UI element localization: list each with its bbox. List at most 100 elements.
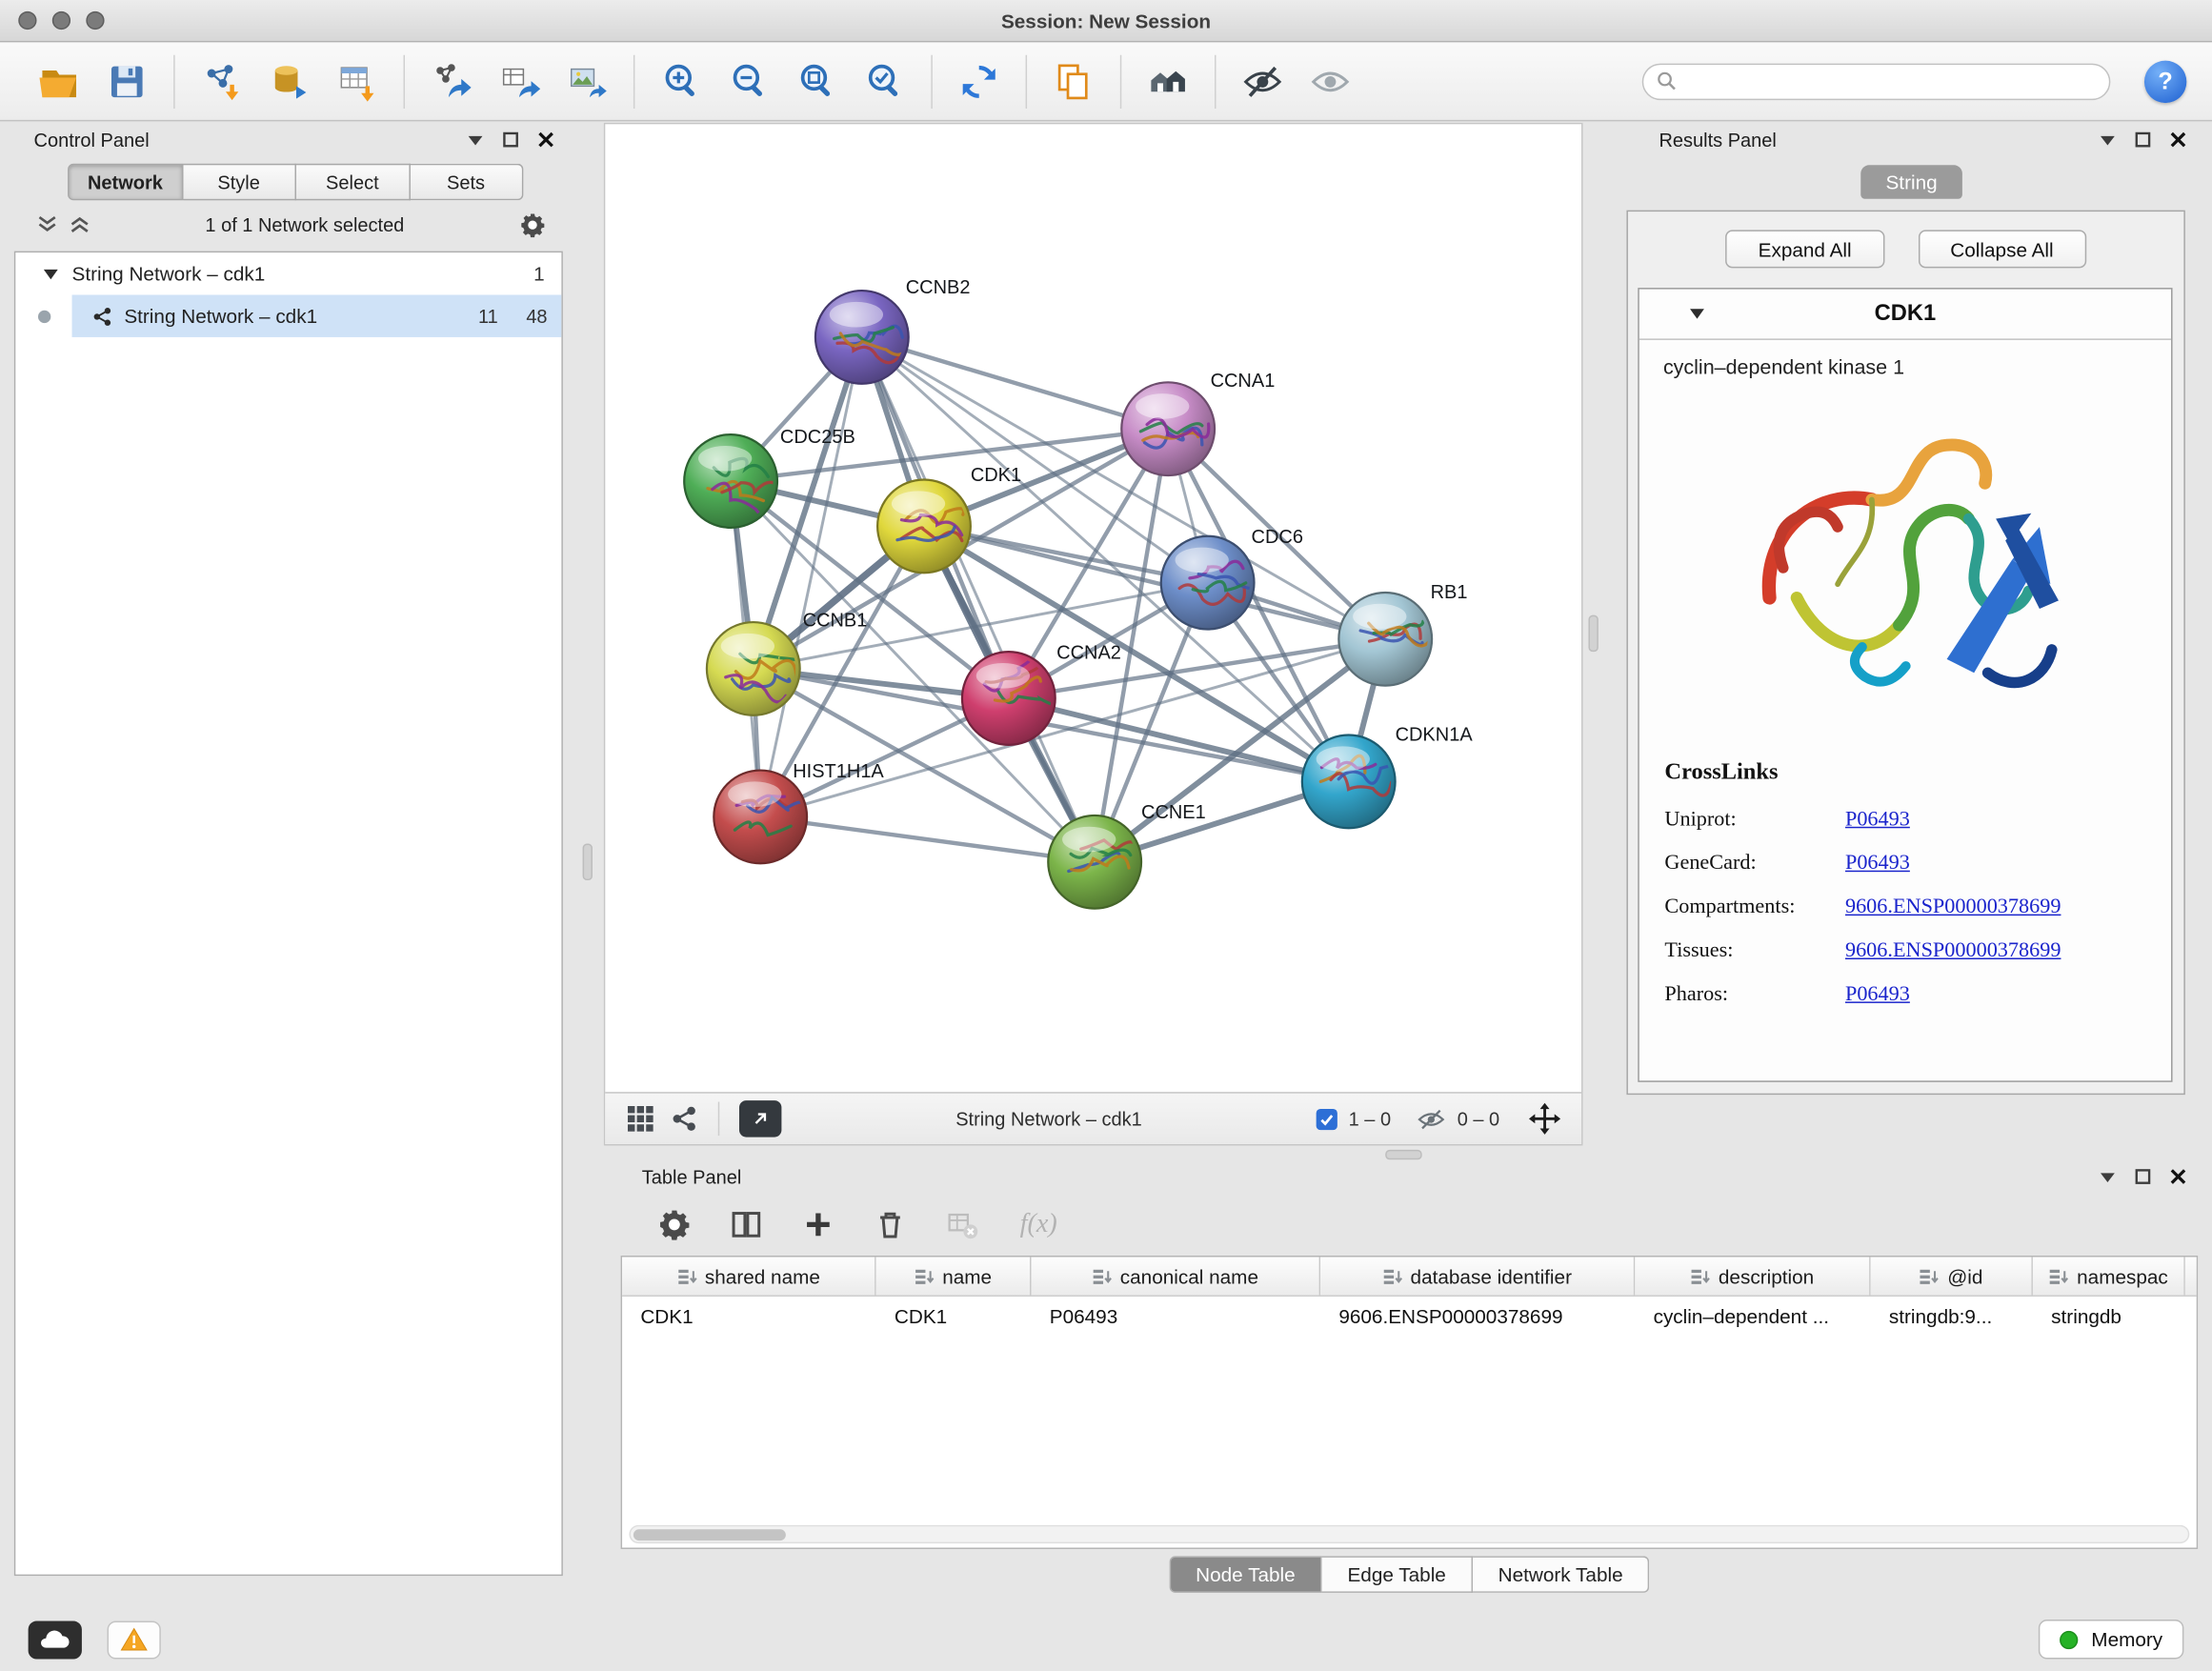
delete-column-button[interactable]	[871, 1205, 910, 1244]
crosslink-link[interactable]: P06493	[1845, 983, 1910, 1007]
zoom-selected-button[interactable]	[859, 55, 910, 106]
network-node-CCNA2[interactable]	[962, 652, 1061, 745]
detach-view-button[interactable]	[739, 1100, 781, 1137]
network-options-gear-icon[interactable]	[519, 211, 546, 237]
network-node-CCNE1[interactable]	[1048, 815, 1141, 909]
table-cell[interactable]: cyclin–dependent ...	[1635, 1305, 1870, 1328]
column-header--id[interactable]: @id	[1871, 1257, 2033, 1295]
float-panel-icon[interactable]	[2135, 131, 2152, 149]
show-all-button[interactable]	[1305, 55, 1356, 106]
expand-all-button[interactable]: Expand All	[1726, 230, 1884, 268]
import-network-database-button[interactable]	[264, 55, 314, 106]
search-input[interactable]	[1686, 70, 2097, 91]
open-session-button[interactable]	[34, 55, 85, 106]
table-cell[interactable]: CDK1	[876, 1305, 1032, 1328]
collapse-all-icon[interactable]	[70, 214, 90, 234]
zoom-fit-button[interactable]	[792, 55, 842, 106]
crosslink-link[interactable]: P06493	[1845, 852, 1910, 876]
table-cell[interactable]: stringdb	[2033, 1305, 2185, 1328]
selected-network-highlight[interactable]: String Network – cdk1 11 48	[72, 295, 562, 337]
pan-move-icon[interactable]	[1528, 1102, 1562, 1137]
column-header-shared-name[interactable]: shared name	[622, 1257, 876, 1295]
new-network-from-selection-button[interactable]	[426, 55, 476, 106]
tab-node-table[interactable]: Node Table	[1169, 1556, 1322, 1593]
column-header-description[interactable]: description	[1635, 1257, 1870, 1295]
float-panel-icon[interactable]	[502, 131, 519, 149]
copy-view-button[interactable]	[1048, 55, 1098, 106]
show-columns-button[interactable]	[727, 1205, 766, 1244]
tab-style[interactable]: Style	[183, 164, 296, 201]
network-node-CDK1[interactable]	[877, 479, 971, 573]
export-image-button[interactable]	[561, 55, 612, 106]
network-share-view-icon[interactable]	[670, 1105, 698, 1134]
cloud-sync-button[interactable]	[29, 1621, 82, 1659]
network-node-CCNB2[interactable]	[815, 291, 910, 384]
help-button[interactable]: ?	[2144, 60, 2186, 102]
gene-disclosure-icon[interactable]	[1690, 309, 1704, 318]
memory-button[interactable]: Memory	[2040, 1620, 2184, 1659]
zoom-in-button[interactable]	[656, 55, 707, 106]
tab-edge-table[interactable]: Edge Table	[1322, 1556, 1473, 1593]
network-edge-HIST1H1A-CCNE1[interactable]	[760, 816, 1095, 861]
panel-menu-icon[interactable]	[2100, 133, 2117, 146]
close-panel-icon[interactable]	[2170, 1168, 2187, 1185]
table-options-button[interactable]	[654, 1205, 694, 1244]
tab-network[interactable]: Network	[68, 164, 183, 201]
table-horizontal-scrollbar[interactable]	[629, 1525, 2189, 1543]
close-window-button[interactable]	[18, 11, 36, 30]
import-network-file-button[interactable]	[196, 55, 247, 106]
network-node-RB1[interactable]	[1338, 593, 1432, 686]
network-node-CCNA1[interactable]	[1121, 382, 1215, 475]
save-session-button[interactable]	[102, 55, 152, 106]
maximize-window-button[interactable]	[86, 11, 104, 30]
delete-table-button[interactable]	[942, 1205, 981, 1244]
network-node-CCNB1[interactable]	[707, 622, 800, 715]
right-splitter-handle[interactable]	[1588, 615, 1598, 653]
minimize-window-button[interactable]	[52, 11, 70, 30]
column-header-namespac[interactable]: namespac	[2033, 1257, 2185, 1295]
crosslink-link[interactable]: 9606.ENSP00000378699	[1845, 896, 2061, 919]
close-panel-icon[interactable]	[537, 131, 554, 149]
network-canvas[interactable]: CCNB2CCNA1CDC25BCDK1CDC6RB1CCNB1CCNA2CDK…	[605, 124, 1584, 1092]
close-panel-icon[interactable]	[2170, 131, 2187, 149]
warnings-button[interactable]	[108, 1621, 161, 1659]
tab-sets[interactable]: Sets	[410, 164, 523, 201]
search-box[interactable]	[1642, 63, 2111, 100]
zoom-out-button[interactable]	[724, 55, 774, 106]
selected-checkbox[interactable]	[1317, 1108, 1337, 1129]
network-node-CDC25B[interactable]	[684, 434, 780, 528]
table-cell[interactable]: P06493	[1032, 1305, 1321, 1328]
table-row[interactable]: CDK1CDK1P064939606.ENSP00000378699cyclin…	[622, 1297, 2197, 1336]
network-node-CDKN1A[interactable]	[1302, 735, 1398, 829]
import-table-button[interactable]	[332, 55, 382, 106]
network-edge-CCNB2-CCNA1[interactable]	[862, 337, 1168, 429]
table-cell[interactable]: 9606.ENSP00000378699	[1320, 1305, 1635, 1328]
expand-all-icon[interactable]	[37, 214, 58, 234]
panel-menu-icon[interactable]	[2100, 1170, 2117, 1182]
column-header-canonical-name[interactable]: canonical name	[1032, 1257, 1321, 1295]
collapse-all-button[interactable]: Collapse All	[1918, 230, 2085, 268]
collection-disclosure-icon[interactable]	[44, 269, 58, 278]
table-cell[interactable]: stringdb:9...	[1871, 1305, 2033, 1328]
network-row[interactable]: String Network – cdk1 11 48	[15, 295, 561, 337]
function-builder-button[interactable]: f(x)	[1020, 1209, 1057, 1240]
crosslink-link[interactable]: 9606.ENSP00000378699	[1845, 939, 2061, 963]
network-edge-CCNB2-CCNE1[interactable]	[862, 337, 1095, 862]
column-header-database-identifier[interactable]: database identifier	[1320, 1257, 1635, 1295]
tab-network-table[interactable]: Network Table	[1473, 1556, 1650, 1593]
tab-select[interactable]: Select	[296, 164, 410, 201]
overview-button[interactable]	[1143, 55, 1194, 106]
network-collection-row[interactable]: String Network – cdk1 1	[15, 252, 561, 294]
left-splitter-handle[interactable]	[583, 844, 593, 881]
hide-selected-button[interactable]	[1237, 55, 1288, 106]
network-edge-CCNB2-HIST1H1A[interactable]	[760, 337, 862, 816]
grid-view-icon[interactable]	[625, 1103, 656, 1135]
network-node-HIST1H1A[interactable]	[714, 771, 811, 864]
tab-string[interactable]: String	[1860, 165, 1962, 199]
clone-network-button[interactable]	[493, 55, 544, 106]
float-panel-icon[interactable]	[2135, 1168, 2152, 1185]
network-node-CDC6[interactable]	[1161, 536, 1260, 630]
crosslink-link[interactable]: P06493	[1845, 809, 1910, 833]
bottom-splitter-handle[interactable]	[1385, 1150, 1422, 1159]
scrollbar-thumb[interactable]	[633, 1529, 786, 1541]
